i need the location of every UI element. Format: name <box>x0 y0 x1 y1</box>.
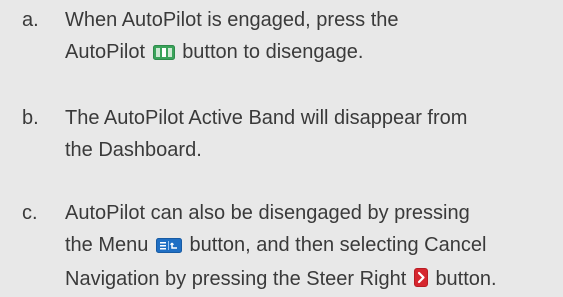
steer-right-button-icon <box>413 265 428 297</box>
text-fragment: Navigation by pressing the Steer Right <box>65 268 407 290</box>
list-item-text: The AutoPilot Active Band will disappear… <box>65 102 563 166</box>
text-line: the Menu button, and then selecting Canc… <box>65 229 563 263</box>
list-item-b: b. The AutoPilot Active Band will disapp… <box>22 102 563 166</box>
list-item-text: When AutoPilot is engaged, press the Aut… <box>65 4 563 70</box>
menu-button-icon <box>155 231 182 263</box>
list-item-a: a. When AutoPilot is engaged, press the … <box>22 4 563 70</box>
text-fragment: the Menu <box>65 234 149 256</box>
text-line: AutoPilot can also be disengaged by pres… <box>65 202 470 224</box>
list-item-text: AutoPilot can also be disengaged by pres… <box>65 197 563 297</box>
instruction-list: a. When AutoPilot is engaged, press the … <box>0 0 563 290</box>
text-fragment: button, and then selecting Cancel <box>189 234 487 256</box>
text-line: The AutoPilot Active Band will disappear… <box>65 107 468 129</box>
list-item-c: c. AutoPilot can also be disengaged by p… <box>22 197 563 297</box>
text-line: When AutoPilot is engaged, press the <box>65 9 399 31</box>
text-fragment: button. <box>435 268 497 290</box>
text-fragment: button to disengage. <box>182 41 364 63</box>
list-marker: c. <box>22 202 38 224</box>
text-line: AutoPilot button to disengage. <box>65 36 563 70</box>
list-marker: b. <box>22 107 39 129</box>
autopilot-button-icon <box>152 38 175 70</box>
text-line: the Dashboard. <box>65 139 202 161</box>
text-fragment: AutoPilot <box>65 41 146 63</box>
list-marker: a. <box>22 9 39 31</box>
text-line: Navigation by pressing the Steer Right b… <box>65 263 563 297</box>
